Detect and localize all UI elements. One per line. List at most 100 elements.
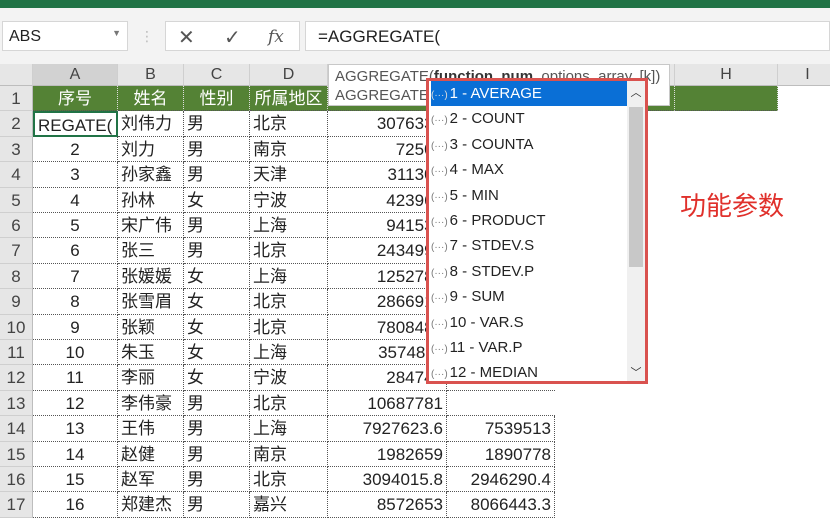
function-option[interactable]: (···) 11 - VAR.P [431, 335, 627, 360]
cell[interactable]: 孙林 [118, 187, 184, 213]
cell[interactable]: 3094015.8 [328, 467, 447, 493]
header-cell[interactable]: 性别 [184, 86, 250, 112]
cell[interactable]: 嘉兴 [250, 492, 328, 518]
cell[interactable]: 男 [184, 213, 250, 239]
row-header[interactable]: 15 [0, 441, 33, 467]
cell[interactable]: 北京 [250, 467, 328, 493]
cell[interactable]: 女 [184, 187, 250, 213]
cell[interactable]: 张雪眉 [118, 289, 184, 315]
cell[interactable]: 宋广伟 [118, 213, 184, 239]
cell[interactable]: 男 [184, 136, 250, 163]
header-cell[interactable]: 所属地区 [250, 86, 328, 112]
cell[interactable]: 北京 [250, 390, 328, 417]
cell[interactable]: 天津 [250, 162, 328, 188]
cell[interactable]: 8066443.3 [447, 492, 555, 518]
row-header[interactable]: 8 [0, 263, 33, 290]
header-cell[interactable] [675, 86, 778, 112]
cell[interactable]: 朱玉 [118, 340, 184, 366]
row-header[interactable]: 5 [0, 187, 33, 213]
function-option[interactable]: (···) 5 - MIN [431, 183, 627, 208]
cell[interactable]: 南京 [250, 441, 328, 467]
active-cell[interactable]: REGATE( [33, 111, 118, 137]
cell[interactable]: 宁波 [250, 365, 328, 391]
row-header[interactable]: 4 [0, 162, 33, 188]
cell[interactable]: 上海 [250, 340, 328, 366]
cell[interactable]: 16 [33, 492, 118, 518]
header-cell[interactable]: 序号 [33, 86, 118, 112]
cell[interactable]: 14 [33, 441, 118, 467]
function-option[interactable]: (···) 7 - STDEV.S [431, 233, 627, 258]
column-header-i[interactable]: I [778, 64, 830, 86]
cell[interactable]: 男 [184, 162, 250, 188]
cell[interactable]: 北京 [250, 111, 328, 137]
cell[interactable] [447, 391, 555, 417]
row-header[interactable]: 17 [0, 492, 33, 518]
cell[interactable]: 上海 [250, 416, 328, 442]
row-header[interactable]: 12 [0, 365, 33, 391]
cell[interactable]: 王伟 [118, 416, 184, 442]
drag-handle-icon[interactable]: ⋮ [140, 28, 154, 45]
cell[interactable]: 男 [184, 390, 250, 417]
cancel-icon[interactable]: ✕ [178, 25, 195, 50]
row-header[interactable]: 1 [0, 86, 33, 112]
cell[interactable]: 7 [33, 263, 118, 290]
cell[interactable]: 男 [184, 492, 250, 518]
cell[interactable]: 男 [184, 111, 250, 137]
formula-input[interactable]: =AGGREGATE( [305, 21, 830, 51]
chevron-down-icon[interactable]: ▼ [112, 28, 121, 38]
cell[interactable]: 女 [184, 340, 250, 366]
cell[interactable]: 张媛媛 [118, 263, 184, 290]
cell[interactable]: 7539513 [447, 416, 555, 442]
cell[interactable]: 孙家鑫 [118, 162, 184, 188]
function-option[interactable]: (···) 3 - COUNTA [431, 132, 627, 157]
column-header-c[interactable]: C [184, 64, 250, 86]
cell[interactable]: 13 [33, 416, 118, 442]
cell[interactable]: 男 [184, 238, 250, 264]
row-header[interactable]: 2 [0, 111, 33, 137]
cell[interactable]: 11 [33, 365, 118, 391]
cell[interactable]: 4 [33, 187, 118, 213]
function-option[interactable]: (···) 9 - SUM [431, 284, 627, 309]
function-option[interactable]: (···) 8 - STDEV.P [431, 259, 627, 284]
cell[interactable]: 男 [184, 467, 250, 493]
cell[interactable]: 女 [184, 365, 250, 391]
scroll-up-icon[interactable]: ︿ [627, 84, 645, 100]
column-header-a[interactable]: A [33, 64, 118, 86]
function-option[interactable]: (···) 4 - MAX [431, 157, 627, 182]
function-num-dropdown[interactable]: ︿ ﹀ (···) 1 - AVERAGE (···) 2 - COUNT (···) 3… [426, 78, 648, 384]
cell[interactable]: 张三 [118, 238, 184, 264]
cell[interactable]: 北京 [250, 314, 328, 340]
cell[interactable]: 8 [33, 289, 118, 315]
function-option[interactable]: (···) 6 - PRODUCT [431, 208, 627, 233]
scrollbar[interactable]: ︿ ﹀ [627, 81, 645, 381]
scrollbar-thumb[interactable] [629, 107, 643, 267]
cell[interactable]: 上海 [250, 263, 328, 290]
column-header-d[interactable]: D [250, 64, 328, 86]
cell[interactable]: 女 [184, 263, 250, 290]
cell[interactable]: 5 [33, 213, 118, 239]
row-header[interactable]: 9 [0, 289, 33, 315]
cell[interactable]: 1890778 [447, 441, 555, 467]
cell[interactable]: 刘伟力 [118, 111, 184, 137]
row-header[interactable]: 10 [0, 314, 33, 340]
row-header[interactable]: 11 [0, 340, 33, 366]
cell[interactable]: 赵军 [118, 467, 184, 493]
insert-function-icon[interactable]: fx [268, 27, 284, 47]
cell[interactable]: 男 [184, 441, 250, 467]
cell[interactable]: 6 [33, 238, 118, 264]
cell[interactable]: 南京 [250, 136, 328, 163]
function-option[interactable]: (···) 2 - COUNT [431, 106, 627, 131]
enter-icon[interactable]: ✓ [224, 25, 241, 50]
cell[interactable]: 3 [33, 162, 118, 188]
cell[interactable]: 男 [184, 416, 250, 442]
scroll-down-icon[interactable]: ﹀ [627, 364, 645, 380]
name-box[interactable]: ABS ▼ [2, 21, 128, 51]
cell[interactable]: 上海 [250, 213, 328, 239]
cell[interactable]: 张颖 [118, 314, 184, 340]
cell[interactable]: 李丽 [118, 365, 184, 391]
cell[interactable]: 12 [33, 390, 118, 417]
cell[interactable]: 9 [33, 314, 118, 340]
cell[interactable]: 北京 [250, 289, 328, 315]
cell[interactable]: 宁波 [250, 187, 328, 213]
cell[interactable]: 刘力 [118, 136, 184, 163]
